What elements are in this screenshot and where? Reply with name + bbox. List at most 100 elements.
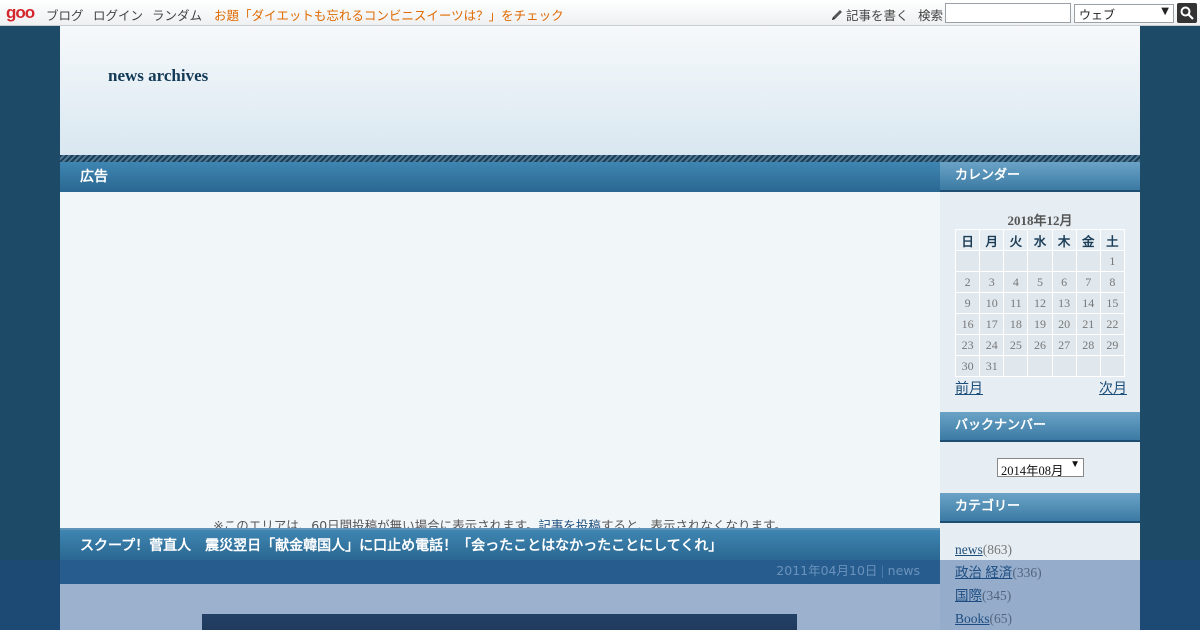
calendar-day xyxy=(1075,355,1101,377)
calendar-day[interactable]: 5 xyxy=(1027,271,1053,293)
calendar-day[interactable]: 2 xyxy=(954,271,981,293)
calendar-weekday: 水 xyxy=(1027,229,1053,251)
category-link[interactable]: Books xyxy=(955,611,990,626)
calendar-day[interactable]: 27 xyxy=(1051,334,1077,356)
search-button[interactable] xyxy=(1177,3,1197,23)
calendar-day[interactable]: 24 xyxy=(979,334,1005,356)
category-list: news(863) 政治 経済(336) 国際(345) Books(65) xyxy=(955,538,1042,630)
category-link[interactable]: 国際 xyxy=(955,588,982,603)
category-count: (345) xyxy=(982,588,1012,603)
login-link[interactable]: ログイン xyxy=(93,5,143,24)
calendar-day[interactable]: 8 xyxy=(1099,271,1126,293)
search-input[interactable] xyxy=(945,3,1071,23)
sidebar: カレンダー 2018年12月 日月火水木金土 1 2 3 4 5 6 7 8 9 10 11 12 13… xyxy=(940,162,1140,630)
calendar-day[interactable]: 11 xyxy=(1003,292,1029,314)
category-item: news(863) xyxy=(955,538,1042,561)
calendar-day[interactable]: 18 xyxy=(1003,313,1029,335)
category-count: (336) xyxy=(1012,565,1042,580)
entry-category[interactable]: news xyxy=(888,563,920,578)
calendar-weekday: 土 xyxy=(1099,229,1126,251)
entry-body xyxy=(60,584,940,630)
previous-month-link[interactable]: 前月 xyxy=(955,378,983,398)
pencil-icon xyxy=(832,10,842,20)
category-item: 政治 経済(336) xyxy=(955,561,1042,584)
category-item: Books(65) xyxy=(955,607,1042,630)
goo-logo[interactable]: goo xyxy=(6,3,35,23)
page-wrapper: news archives 広告 ※このエリアは、60日間投稿が無い場合に表示さ… xyxy=(60,26,1140,630)
search-label: 検索 xyxy=(918,8,944,23)
entry-title[interactable]: スクープ！菅直人 震災翌日「献金韓国人」に口止め電話！「会ったことはなかったこと… xyxy=(60,528,940,560)
calendar-day[interactable]: 14 xyxy=(1075,292,1101,314)
calendar-day xyxy=(1075,250,1101,272)
search-scope-select[interactable]: ウェブ ▼ xyxy=(1074,4,1174,23)
site-title[interactable]: news archives xyxy=(108,66,208,86)
calendar-week: 23 24 25 26 27 28 29 xyxy=(954,334,1126,356)
category-count: (863) xyxy=(982,542,1012,557)
calendar-day[interactable]: 23 xyxy=(954,334,981,356)
calendar-day[interactable]: 6 xyxy=(1051,271,1077,293)
calendar-day[interactable]: 10 xyxy=(979,292,1005,314)
calendar-week: 30 31 xyxy=(954,355,1126,377)
entry-image[interactable] xyxy=(202,614,797,630)
calendar-day[interactable]: 3 xyxy=(979,271,1005,293)
search-scope-value: ウェブ xyxy=(1079,8,1116,22)
top-navigation-bar: goo ブログ ログイン ランダム お題「ダイエットも忘れるコンビニスイーツは？… xyxy=(0,0,1200,26)
calendar-day[interactable]: 9 xyxy=(954,292,981,314)
random-link[interactable]: ランダム xyxy=(152,5,202,24)
calendar-day[interactable]: 12 xyxy=(1027,292,1053,314)
calendar-day[interactable]: 4 xyxy=(1003,271,1029,293)
calendar-day[interactable]: 31 xyxy=(979,355,1005,377)
category-heading: カテゴリー xyxy=(940,493,1140,523)
backnumber-value: 2014年08月 xyxy=(1001,464,1064,478)
calendar-week: 2345678 xyxy=(954,271,1126,293)
search-icon xyxy=(1180,6,1194,20)
chevron-down-icon: ▼ xyxy=(1161,6,1169,17)
write-article-link[interactable]: 記事を書く xyxy=(830,5,909,24)
calendar-day[interactable]: 26 xyxy=(1027,334,1053,356)
calendar-week: 9 10 11 12 13 14 15 xyxy=(954,292,1126,314)
backnumber-heading: バックナンバー xyxy=(940,412,1140,442)
calendar-day[interactable]: 15 xyxy=(1099,292,1126,314)
ad-heading: 広告 xyxy=(60,162,940,192)
calendar-day[interactable]: 28 xyxy=(1075,334,1101,356)
calendar-day[interactable]: 17 xyxy=(979,313,1005,335)
calendar-day[interactable]: 21 xyxy=(1075,313,1101,335)
next-month-link[interactable]: 次月 xyxy=(1099,378,1127,398)
calendar-day[interactable]: 7 xyxy=(1075,271,1101,293)
calendar-day xyxy=(1027,250,1053,272)
calendar-day[interactable]: 20 xyxy=(1051,313,1077,335)
calendar-table: 日月火水木金土 1 2 3 4 5 6 7 8 9 10 11 12 13 14 15 16 17 18 19 20 2… xyxy=(954,229,1126,377)
calendar-day[interactable]: 13 xyxy=(1051,292,1077,314)
main-column: 広告 ※このエリアは、60日間投稿が無い場合に表示されます。記事を投稿すると、表… xyxy=(60,162,940,630)
calendar-weekday: 火 xyxy=(1003,229,1029,251)
category-count: (65) xyxy=(989,611,1013,626)
calendar-day[interactable]: 16 xyxy=(954,313,981,335)
blog-link[interactable]: ブログ xyxy=(46,5,84,24)
calendar-day[interactable]: 1 xyxy=(1099,250,1126,272)
calendar-day xyxy=(1027,355,1053,377)
calendar-day[interactable]: 25 xyxy=(1003,334,1029,356)
calendar-day xyxy=(1003,355,1029,377)
calendar-day[interactable]: 19 xyxy=(1027,313,1053,335)
topic-link[interactable]: お題「ダイエットも忘れるコンビニスイーツは？」をチェック xyxy=(214,5,564,24)
backnumber-select[interactable]: 2014年08月 ▼ xyxy=(997,458,1084,478)
chevron-down-icon: ▼ xyxy=(1070,459,1080,470)
category-link[interactable]: 政治 経済 xyxy=(955,565,1012,580)
meta-separator: | xyxy=(880,563,885,578)
calendar-week: 1 xyxy=(954,250,1126,272)
calendar-day xyxy=(979,250,1005,272)
calendar-day xyxy=(954,250,981,272)
calendar-day xyxy=(1051,250,1077,272)
calendar-day xyxy=(1003,250,1029,272)
header-divider xyxy=(60,155,1140,162)
calendar-day[interactable]: 22 xyxy=(1099,313,1126,335)
calendar-weekday: 月 xyxy=(979,229,1005,251)
calendar-weekday: 木 xyxy=(1051,229,1077,251)
calendar-weekday: 日 xyxy=(954,229,981,251)
calendar-day[interactable]: 30 xyxy=(954,355,981,377)
calendar-week: 16 17 18 19 20 21 22 xyxy=(954,313,1126,335)
blog-header: news archives xyxy=(60,26,1140,156)
entry-meta: 2011年04月10日 | news xyxy=(60,560,940,584)
calendar-day[interactable]: 29 xyxy=(1099,334,1126,356)
category-link[interactable]: news xyxy=(955,542,983,557)
